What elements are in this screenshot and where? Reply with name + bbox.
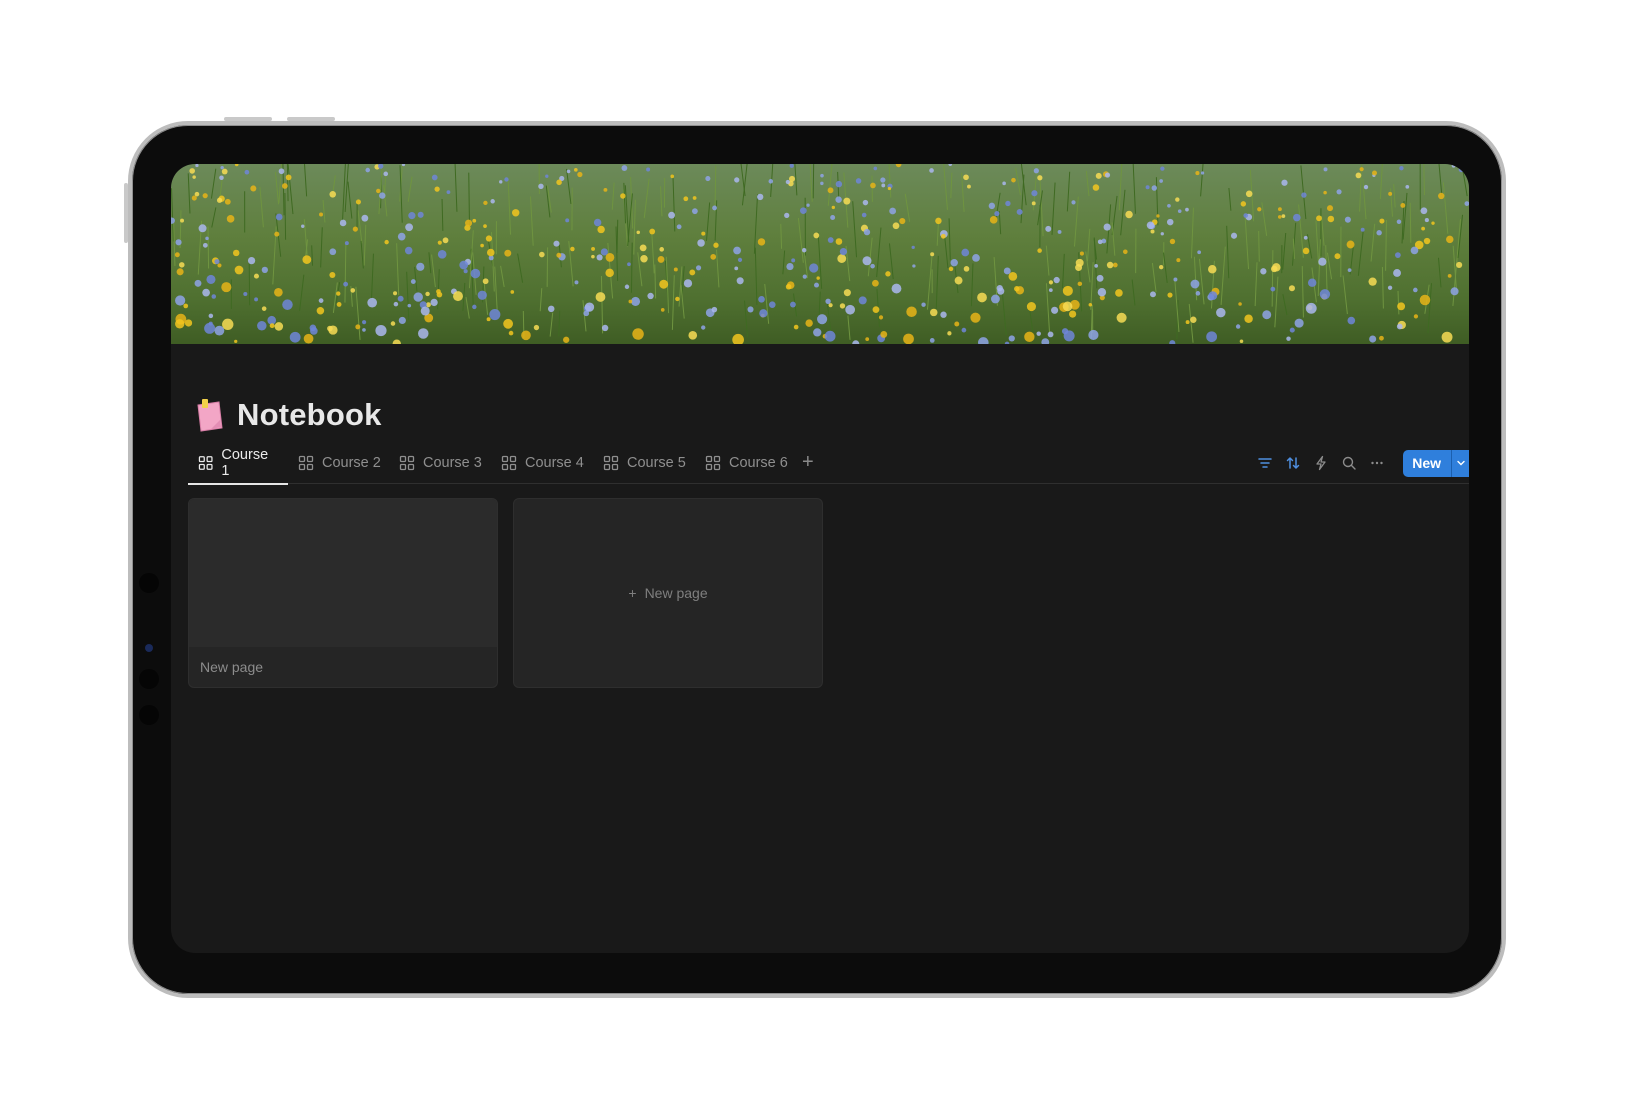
card-title: New page <box>200 659 264 675</box>
new-dropdown-button[interactable] <box>1451 449 1469 477</box>
new-page-text: New page <box>644 585 708 601</box>
new-button[interactable]: New <box>1403 449 1451 477</box>
gallery-icon <box>298 455 314 471</box>
sort-icon[interactable] <box>1279 449 1307 477</box>
page-title: Notebook <box>237 397 382 432</box>
gallery-card[interactable]: New page <box>188 498 498 688</box>
pink-note-icon[interactable] <box>193 398 225 432</box>
search-icon[interactable] <box>1335 449 1363 477</box>
tab-course-3[interactable]: Course 3 <box>389 442 492 484</box>
gallery-icon <box>198 456 213 470</box>
page-header: Notebook <box>193 397 382 433</box>
tab-course-6[interactable]: Course 6 <box>695 442 798 484</box>
gallery-icon <box>399 455 415 471</box>
tab-course-1[interactable]: Course 1 <box>188 442 288 485</box>
more-icon[interactable] <box>1363 449 1391 477</box>
gallery-icon <box>603 455 619 471</box>
sensor-dot <box>139 669 159 689</box>
plus-icon: + <box>628 585 637 601</box>
tab-label: Course 4 <box>525 455 584 471</box>
app-screen: Notebook Course 1 Course 2 Course 3 Cour… <box>171 164 1469 953</box>
filter-icon[interactable] <box>1251 449 1279 477</box>
gallery-icon <box>705 455 721 471</box>
tab-label: Course 6 <box>729 455 788 471</box>
sensor-dot <box>139 705 159 725</box>
automation-icon[interactable] <box>1307 449 1335 477</box>
tab-course-2[interactable]: Course 2 <box>288 442 391 484</box>
tab-course-4[interactable]: Course 4 <box>491 442 594 484</box>
tab-course-5[interactable]: Course 5 <box>593 442 696 484</box>
database-toolbar: New <box>1251 448 1469 478</box>
sensor-dot <box>139 573 159 593</box>
tab-label: Course 2 <box>322 455 381 471</box>
new-page-label: + New page <box>514 499 822 687</box>
tab-label: Course 5 <box>627 455 686 471</box>
tab-label: Course 3 <box>423 455 482 471</box>
add-view-button[interactable]: + <box>802 451 814 474</box>
new-page-card[interactable]: + New page <box>513 498 823 688</box>
tab-label: Course 1 <box>221 447 269 479</box>
camera-lens <box>145 644 153 652</box>
chevron-down-icon <box>1456 460 1465 466</box>
card-cover <box>189 499 497 647</box>
page-cover-image[interactable] <box>171 164 1469 344</box>
gallery-icon <box>501 455 517 471</box>
